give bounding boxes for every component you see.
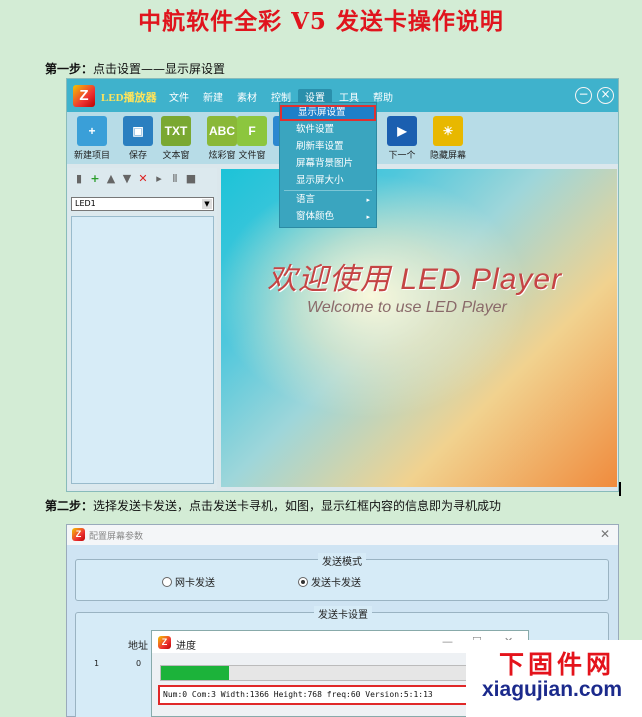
app-logo-icon: Z: [72, 528, 85, 541]
step2-label: 第二步：: [45, 499, 94, 513]
radio-card-send[interactable]: 发送卡发送: [298, 574, 361, 589]
delete-icon[interactable]: ✕: [136, 172, 150, 186]
led-select-value: LED1: [75, 199, 96, 208]
watermark-en: xiagujian.com: [482, 678, 623, 701]
app-name: LED播放器: [101, 92, 157, 104]
close-icon[interactable]: ×: [597, 87, 614, 104]
radio-network-label: 网卡发送: [175, 578, 215, 589]
toolbar-button-6[interactable]: ▶ 下一个: [377, 116, 427, 161]
config-title-bar: Z 配置屏幕参数 ✕: [67, 525, 618, 545]
move-down-icon[interactable]: ▼: [120, 172, 134, 186]
text-cursor: [619, 482, 621, 496]
dropdown-item-6[interactable]: 窗体颜色 ▸: [280, 209, 376, 225]
submenu-arrow-icon: ▸: [366, 196, 370, 204]
welcome-title-en: Welcome to use LED Player: [307, 299, 507, 316]
app-logo-icon: Z: [73, 85, 95, 107]
close-icon[interactable]: ✕: [600, 527, 610, 541]
new-project-icon: +: [77, 116, 107, 146]
radio-network-send[interactable]: 网卡发送: [162, 574, 215, 589]
device-info-box: Num:0 Com:3 Width:1366 Height:768 freq:6…: [158, 685, 468, 705]
submenu-arrow-icon: ▸: [366, 213, 370, 221]
send-mode-label: 发送模式: [318, 553, 366, 568]
progress-title: 进度: [176, 641, 196, 652]
dropdown-item-label: 显示屏设置: [298, 107, 346, 118]
chevron-down-icon[interactable]: ▼: [202, 199, 212, 209]
radio-card-label: 发送卡发送: [311, 578, 361, 589]
step2-instruction: 选择发送卡发送，点击发送卡寻机，如图，显示红框内容的信息即为寻机成功: [93, 499, 502, 513]
config-title: 配置屏幕参数: [89, 532, 144, 542]
panel-icon[interactable]: ▮: [72, 172, 86, 186]
toolbar-button-7[interactable]: ☀ 隐藏屏幕: [423, 116, 473, 161]
dropdown-item-label: 刷新率设置: [296, 141, 344, 152]
dropdown-item-4[interactable]: 显示屏大小: [280, 173, 376, 189]
stop-icon[interactable]: ■: [184, 172, 198, 186]
toolbar-label: 隐藏屏幕: [429, 151, 466, 161]
save-icon: ▣: [123, 116, 153, 146]
step1-label: 第一步：: [45, 62, 94, 76]
menu-item-0[interactable]: 文件: [162, 89, 196, 104]
step1-instruction: 点击设置——显示屏设置: [93, 62, 226, 76]
row-address-value: 0: [136, 659, 142, 668]
side-toolbar: ▮ + ▲ ▼ ✕ ▸ Ⅱ ■: [72, 172, 198, 186]
next-icon: ▶: [387, 116, 417, 146]
left-panel: ▮ + ▲ ▼ ✕ ▸ Ⅱ ■ LED1 ▼: [68, 168, 217, 489]
watermark-cn: 下固件网: [499, 650, 616, 679]
program-list[interactable]: [71, 216, 214, 484]
led-select[interactable]: LED1 ▼: [71, 197, 214, 211]
pause-icon[interactable]: Ⅱ: [168, 172, 182, 186]
play-icon[interactable]: ▸: [152, 172, 166, 186]
dropdown-item-label: 显示屏大小: [296, 175, 344, 186]
document-title: 中航软件全彩 V5 发送卡操作说明: [138, 8, 504, 35]
toolbar-label: 下一个: [388, 151, 416, 161]
toolbar-label: 文本窗: [162, 151, 190, 161]
progress-bar-fill: [161, 666, 230, 680]
step1-text: 第一步：点击设置——显示屏设置: [45, 60, 225, 77]
step2-text: 第二步：选择发送卡发送，点击发送卡寻机，如图，显示红框内容的信息即为寻机成功: [45, 497, 501, 514]
settings-dropdown-menu: 显示屏设置软件设置刷新率设置屏幕背景图片 显示屏大小语言 ▸ 窗体颜色 ▸: [279, 102, 377, 228]
radio-selected-icon[interactable]: [298, 576, 308, 587]
dropdown-item-2[interactable]: 刷新率设置: [280, 139, 376, 155]
move-up-icon[interactable]: ▲: [104, 172, 118, 186]
minimize-icon[interactable]: −: [575, 87, 592, 104]
text-window-icon: TXT: [161, 116, 191, 146]
dropdown-item-label: 语言: [296, 194, 316, 205]
dropdown-item-0[interactable]: 显示屏设置: [280, 105, 376, 121]
row-index: 1: [94, 659, 100, 668]
app-logo-icon: Z: [158, 636, 171, 649]
dropdown-item-5[interactable]: 语言 ▸: [280, 192, 376, 208]
toolbar-label: 新建项目: [73, 151, 110, 161]
minimize-icon[interactable]: —: [442, 635, 453, 648]
dropdown-item-label: 屏幕背景图片: [296, 158, 354, 169]
hide-screen-icon: ☀: [433, 116, 463, 146]
radio-icon[interactable]: [162, 576, 172, 587]
card-settings-label: 发送卡设置: [314, 606, 372, 621]
menu-item-2[interactable]: 素材: [230, 89, 264, 104]
dropdown-separator: [284, 190, 372, 191]
menu-item-1[interactable]: 新建: [196, 89, 230, 104]
toolbar-button-2[interactable]: TXT 文本窗: [151, 116, 201, 161]
dropdown-item-1[interactable]: 软件设置: [280, 122, 376, 138]
welcome-title-cn: 欢迎使用 LED Player: [267, 263, 563, 296]
dropdown-item-3[interactable]: 屏幕背景图片: [280, 156, 376, 172]
toolbar-button-0[interactable]: + 新建项目: [67, 116, 117, 161]
send-mode-group: 发送模式 网卡发送 发送卡发送: [75, 553, 609, 601]
column-header-address: 地址: [128, 641, 148, 652]
add-icon[interactable]: +: [88, 172, 102, 186]
dropdown-item-label: 软件设置: [296, 124, 335, 135]
dropdown-item-label: 窗体颜色: [296, 211, 335, 222]
